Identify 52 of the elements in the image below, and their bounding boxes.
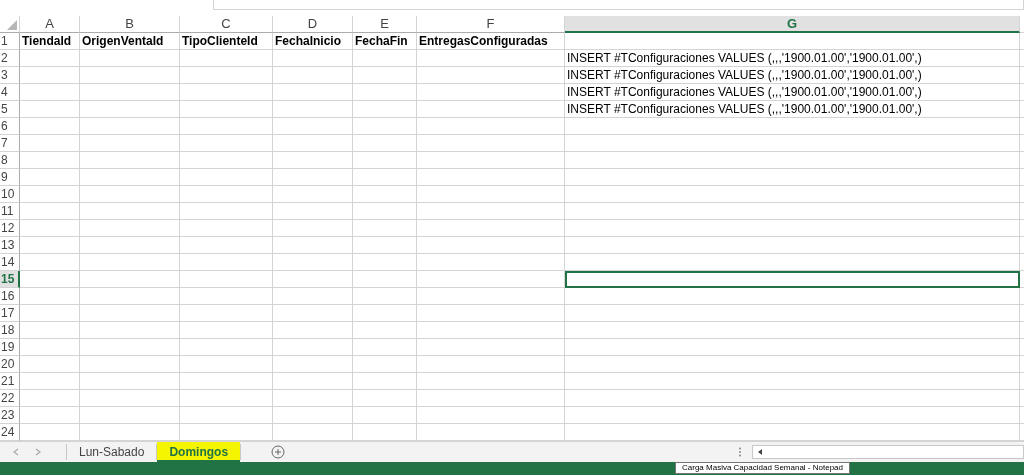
row-header[interactable]: 1: [0, 33, 20, 50]
row-header[interactable]: 14: [0, 254, 20, 271]
column-heading-cell-text: FechaInicio: [274, 33, 343, 50]
column-header[interactable]: F: [417, 16, 565, 33]
sheet-tab[interactable]: Domingos: [157, 442, 241, 462]
row-header[interactable]: 6: [0, 118, 20, 135]
row-header[interactable]: 3: [0, 67, 20, 84]
row-header[interactable]: 19: [0, 339, 20, 356]
row-header[interactable]: 7: [0, 135, 20, 152]
column-header[interactable]: C: [180, 16, 273, 33]
column-header[interactable]: D: [273, 16, 353, 33]
row-header[interactable]: 17: [0, 305, 20, 322]
select-all-corner[interactable]: [0, 16, 20, 33]
row-header[interactable]: 22: [0, 390, 20, 407]
row-header[interactable]: 8: [0, 152, 20, 169]
row-header[interactable]: 5: [0, 101, 20, 118]
window-tooltip: Carga Masiva Capacidad Semanal - Notepad: [675, 462, 850, 474]
row-header[interactable]: 20: [0, 356, 20, 373]
row-header[interactable]: 18: [0, 322, 20, 339]
column-header[interactable]: E: [353, 16, 417, 33]
table-cell-text: INSERT #TConfiguraciones VALUES (,,,'1900.01.00','1900.01.00',): [566, 67, 923, 84]
column-heading-cell-text: EntregasConfiguradas: [418, 33, 549, 50]
row-header[interactable]: 11: [0, 203, 20, 220]
table-cell-text: INSERT #TConfiguraciones VALUES (,,,'1900.01.00','1900.01.00',): [566, 101, 923, 118]
table-cell-text: INSERT #TConfiguraciones VALUES (,,,'1900.01.00','1900.01.00',): [566, 84, 923, 101]
scroll-right-icon[interactable]: [34, 448, 42, 456]
row-header[interactable]: 16: [0, 288, 20, 305]
column-header[interactable]: G: [565, 16, 1020, 33]
column-header[interactable]: B: [80, 16, 180, 33]
row-header[interactable]: 2: [0, 50, 20, 67]
row-header[interactable]: 12: [0, 220, 20, 237]
more-options-icon[interactable]: [738, 447, 742, 457]
corner-triangle-icon: [7, 20, 17, 30]
row-header[interactable]: 10: [0, 186, 20, 203]
add-sheet-icon[interactable]: [271, 445, 286, 459]
column-heading-cell-text: TipoClienteId: [181, 33, 259, 50]
row-header[interactable]: 13: [0, 237, 20, 254]
column-heading-cell-text: OrigenVentaId: [81, 33, 165, 50]
table-cell-text: INSERT #TConfiguraciones VALUES (,,,'1900.01.00','1900.01.00',): [566, 50, 923, 67]
row-header[interactable]: 15: [0, 271, 20, 288]
formula-bar[interactable]: [213, 0, 1024, 10]
column-heading-cell-text: TiendaId: [21, 33, 73, 50]
row-header[interactable]: 21: [0, 373, 20, 390]
row-header[interactable]: 4: [0, 84, 20, 101]
column-heading-cell-text: FechaFin: [354, 33, 409, 50]
column-header[interactable]: A: [20, 16, 80, 33]
row-header[interactable]: 24: [0, 424, 20, 441]
row-header[interactable]: 9: [0, 169, 20, 186]
selected-cell[interactable]: [565, 271, 1020, 288]
sheet-tab[interactable]: Lun-Sabado: [67, 442, 157, 462]
row-header[interactable]: 23: [0, 407, 20, 424]
horizontal-scrollbar[interactable]: [752, 445, 1024, 459]
